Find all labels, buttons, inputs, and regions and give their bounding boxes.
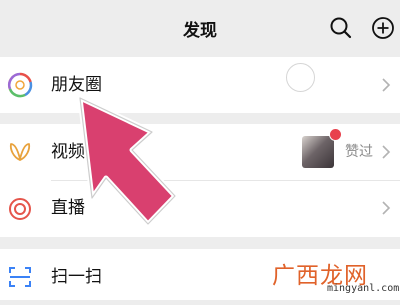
row-live[interactable]: 直播 <box>0 181 400 237</box>
liked-label: 赞过 <box>345 144 373 160</box>
channels-butterfly-icon <box>7 139 33 165</box>
touch-indicator-ring <box>286 63 315 92</box>
moments-group: 朋友圈 <box>0 57 400 113</box>
watermark-url: mingyanl.com <box>327 283 400 294</box>
search-button[interactable] <box>327 14 355 42</box>
notification-dot <box>329 128 342 141</box>
chevron-right-icon <box>380 76 392 94</box>
aperture-icon <box>7 72 33 98</box>
live-label: 直播 <box>51 198 85 218</box>
channels-live-group: 视频号 赞过 直播 <box>0 124 400 237</box>
scan-icon <box>7 264 33 290</box>
channels-label: 视频号 <box>51 142 102 162</box>
row-channels[interactable]: 视频号 赞过 <box>0 124 400 180</box>
search-icon <box>330 17 352 39</box>
chevron-right-icon <box>380 143 392 161</box>
nav-header: 发现 <box>0 0 400 56</box>
row-moments[interactable]: 朋友圈 <box>0 57 400 113</box>
add-button[interactable] <box>369 14 397 42</box>
chevron-right-icon <box>380 199 392 217</box>
plus-circle-icon <box>372 17 394 39</box>
scan-label: 扫一扫 <box>51 267 102 287</box>
channels-thumbnail <box>302 136 334 168</box>
moments-label: 朋友圈 <box>51 75 102 95</box>
live-ring-icon <box>7 196 33 222</box>
